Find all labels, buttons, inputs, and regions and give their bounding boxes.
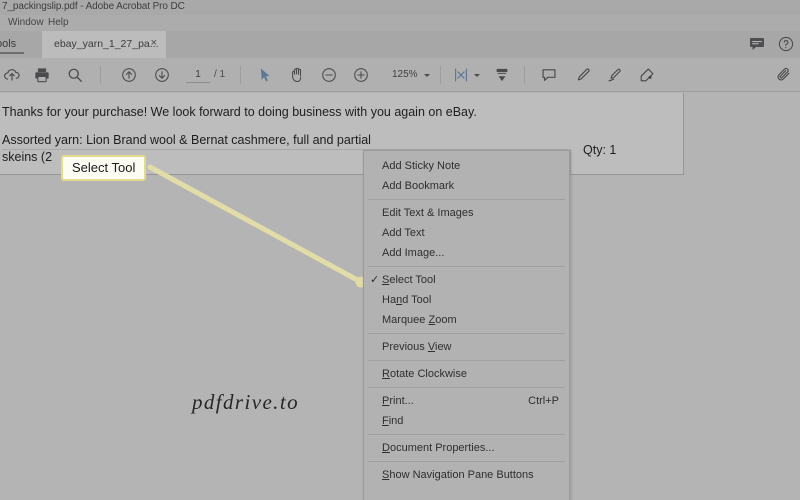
ctx-add-text[interactable]: Add Text [364,223,569,243]
watermark: pdfdrive.to [192,390,299,414]
context-menu-separator [368,333,565,334]
stamp-icon[interactable] [638,66,656,84]
document-qty: Qty: 1 [583,143,617,157]
context-menu-item-label: Select Tool [382,274,436,286]
acrobat-window: 7_packingslip.pdf - Adobe Acrobat Pro DC… [0,0,800,500]
context-menu-item-label: Find [382,415,404,427]
context-menu-item-label: Rotate Clockwise [382,368,467,380]
window-title: 7_packingslip.pdf - Adobe Acrobat Pro DC [2,1,185,12]
chevron-down-icon[interactable] [474,74,480,77]
menu-window[interactable]: Window [8,17,44,28]
previous-page-icon[interactable] [120,66,138,84]
ctx-add-bookmark[interactable]: Add Bookmark [364,176,569,196]
context-menu-separator [368,434,565,435]
context-menu-separator [368,360,565,361]
chevron-down-icon[interactable] [424,74,430,77]
ctx-previous-view[interactable]: Previous View [364,337,569,357]
help-icon[interactable] [778,36,794,52]
ctx-rotate-clockwise[interactable]: Rotate Clockwise [364,364,569,384]
context-menu-item-label: Add Image... [382,247,445,259]
zoom-level-value[interactable]: 125% [392,69,418,80]
toolbar-separator [240,66,241,84]
tools-tab-indicator [0,52,24,54]
header-icon-group [749,36,794,52]
toolbar-separator [100,66,101,84]
context-menu-item-label: Marquee Zoom [382,314,457,326]
context-menu-item-label: Show Navigation Pane Buttons [382,469,534,481]
search-icon[interactable] [66,66,84,84]
context-menu-item-label: Add Text [382,227,425,239]
ctx-add-image[interactable]: Add Image... [364,243,569,263]
context-menu-item-label: Hand Tool [382,294,432,306]
save-to-cloud-icon[interactable] [3,66,21,84]
context-menu-item-label: Previous View [382,341,452,353]
ctx-hand-tool[interactable]: Hand Tool [364,290,569,310]
fit-page-icon[interactable] [452,66,470,84]
title-bar: 7_packingslip.pdf - Adobe Acrobat Pro DC [0,0,800,15]
next-page-icon[interactable] [153,66,171,84]
comment-icon[interactable] [749,36,765,52]
context-menu-item-label: Add Bookmark [382,180,455,192]
document-thanks-line: Thanks for your purchase! We look forwar… [2,105,477,119]
print-icon[interactable] [33,66,51,84]
close-icon[interactable]: × [151,37,157,49]
toolbar-separator [524,66,525,84]
menu-help[interactable]: Help [48,17,69,28]
export-pdf-icon[interactable] [493,66,511,84]
zoom-out-icon[interactable] [320,66,338,84]
hand-tool-icon[interactable] [288,66,306,84]
document-tab[interactable]: ebay_yarn_1_27_pa... × [42,31,166,58]
toolbar-separator [440,66,441,84]
ctx-document-properties[interactable]: Document Properties... [364,438,569,458]
context-menu-item-label: Edit Text & Images [382,207,474,219]
context-menu: Add Sticky Note Add Bookmark Edit Text & I… [363,150,570,500]
context-menu-item-label: Print... [382,395,414,407]
zoom-in-icon[interactable] [352,66,370,84]
select-tool-icon[interactable] [256,66,274,84]
attachment-icon[interactable] [775,66,793,84]
highlight-icon[interactable] [574,66,592,84]
page-number-input[interactable]: 1 [186,68,210,83]
ctx-print[interactable]: Print... Ctrl+P [364,391,569,411]
document-tab-label: ebay_yarn_1_27_pa... [54,38,159,50]
ctx-edit-text-images[interactable]: Edit Text & Images [364,203,569,223]
document-item-line: Assorted yarn: Lion Brand wool & Bernat … [2,133,371,147]
context-menu-item-label: Document Properties... [382,442,495,454]
sign-icon[interactable] [606,66,624,84]
context-menu-item-label: Add Sticky Note [382,160,461,172]
ctx-select-tool[interactable]: ✓ Select Tool [364,270,569,290]
context-menu-item-shortcut: Ctrl+P [528,395,559,407]
menu-bar: Window Help [0,15,800,31]
ctx-show-navigation-pane[interactable]: Show Navigation Pane Buttons [364,465,569,485]
document-skeins-line: skeins (2 [2,150,53,164]
tools-tab[interactable]: ools [0,38,16,50]
add-comment-icon[interactable] [540,66,558,84]
ctx-marquee-zoom[interactable]: Marquee Zoom [364,310,569,330]
ctx-add-sticky-note[interactable]: Add Sticky Note [364,156,569,176]
context-menu-separator [368,199,565,200]
context-menu-separator [368,387,565,388]
table-column-divider [570,149,571,175]
toolbar: 1 / 1 125% [0,58,800,92]
context-menu-separator [368,266,565,267]
check-icon: ✓ [370,274,380,286]
ctx-find[interactable]: Find [364,411,569,431]
callout-label: Select Tool [61,155,147,181]
page-total-label: / 1 [214,69,226,80]
context-menu-separator [368,461,565,462]
